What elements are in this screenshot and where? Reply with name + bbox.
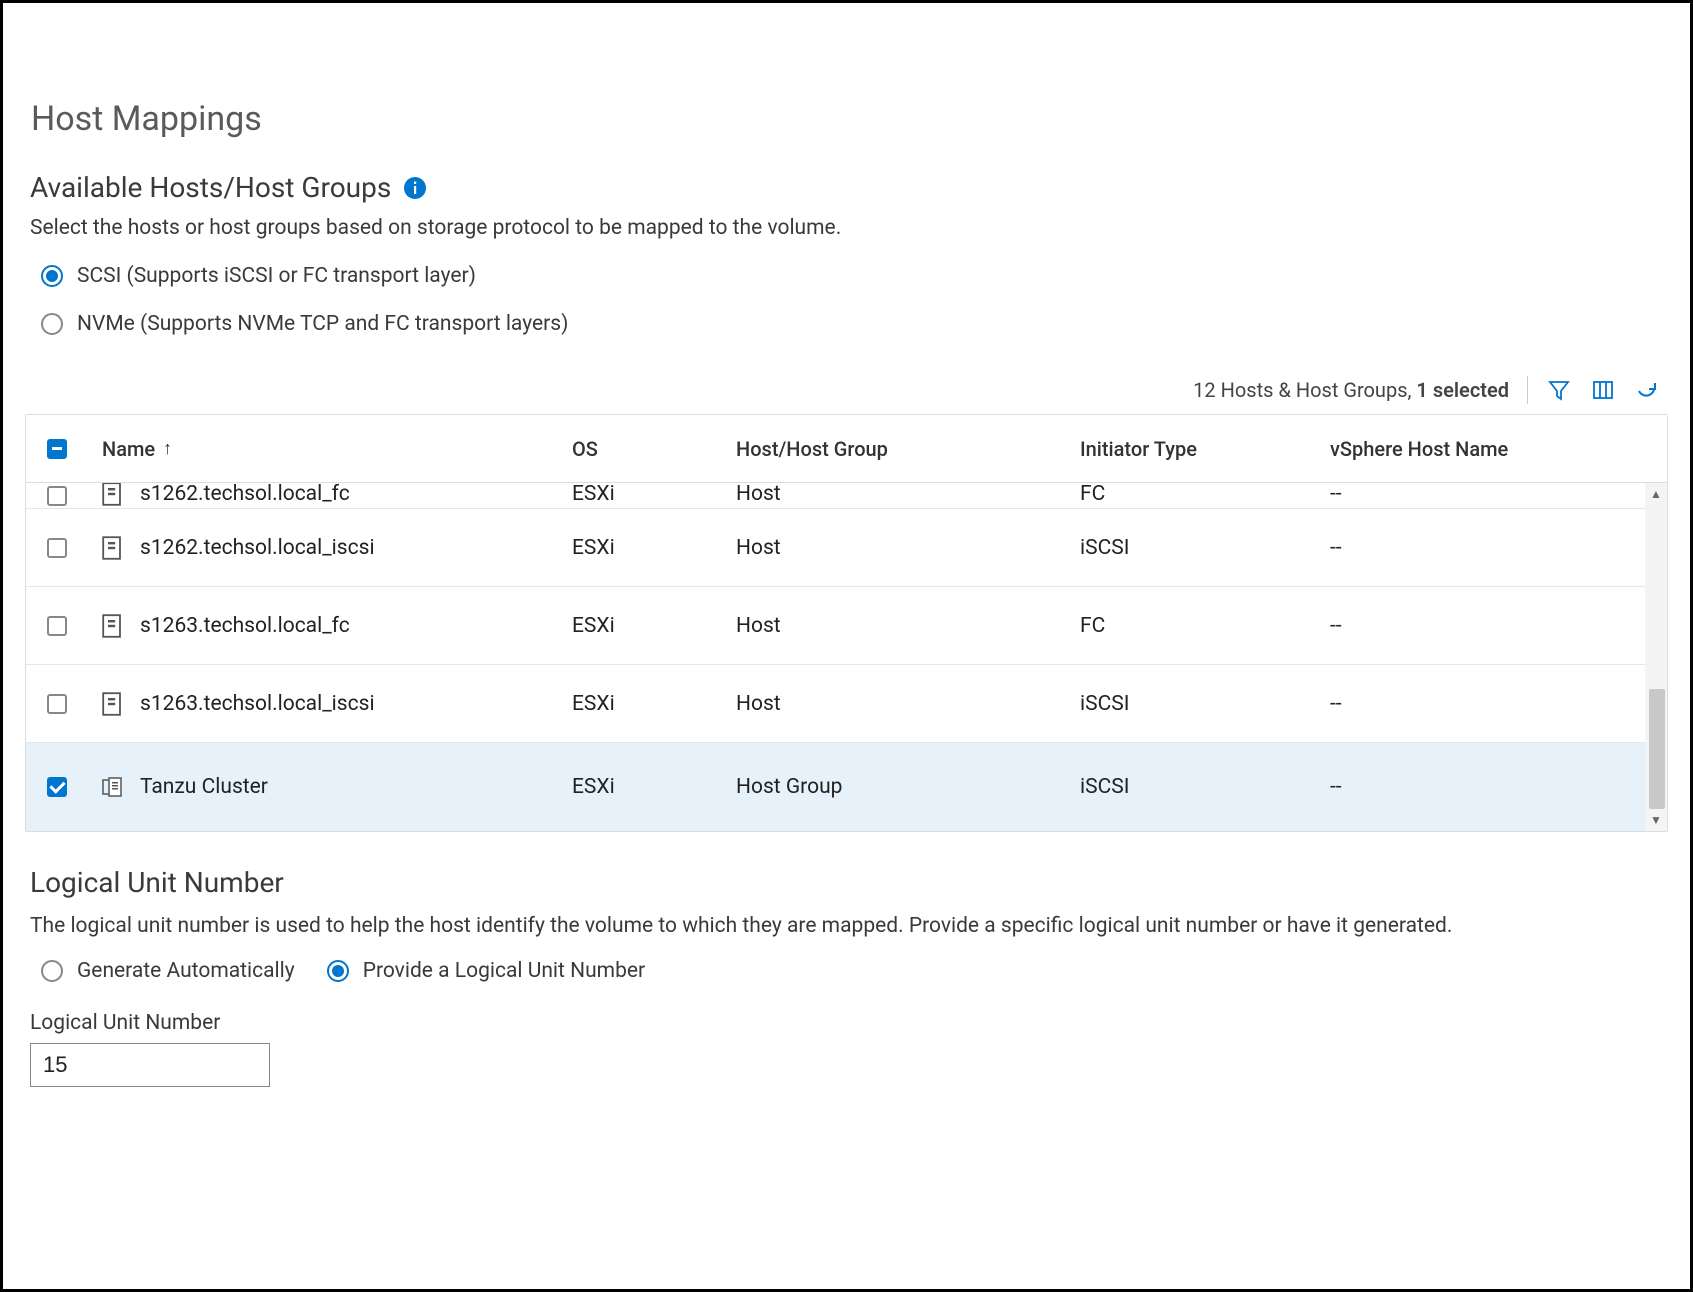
row-name: s1262.techsol.local_fc bbox=[140, 483, 350, 506]
host-icon bbox=[102, 692, 122, 716]
host-group-icon bbox=[102, 775, 122, 799]
divider bbox=[1527, 376, 1528, 404]
host-icon bbox=[102, 614, 122, 638]
table-row[interactable]: s1263.techsol.local_iscsi ESXi Host iSCS… bbox=[26, 665, 1667, 743]
row-vsphere: -- bbox=[1330, 692, 1342, 716]
refresh-icon[interactable] bbox=[1634, 377, 1660, 403]
scroll-down-icon[interactable]: ▼ bbox=[1645, 809, 1667, 831]
available-hosts-title: Available Hosts/Host Groups bbox=[30, 171, 391, 204]
row-initiator: FC bbox=[1080, 614, 1105, 638]
row-os: ESXi bbox=[572, 483, 615, 506]
row-vsphere: -- bbox=[1330, 483, 1342, 506]
host-icon bbox=[102, 483, 122, 506]
row-checkbox[interactable] bbox=[47, 538, 67, 558]
table-row[interactable]: s1263.techsol.local_fc ESXi Host FC -- bbox=[26, 587, 1667, 665]
table-body: s1262.techsol.local_fc ESXi Host FC -- s… bbox=[26, 483, 1667, 831]
protocol-scsi-label: SCSI (Supports iSCSI or FC transport lay… bbox=[77, 264, 476, 288]
host-icon bbox=[102, 536, 122, 560]
lun-description: The logical unit number is used to help … bbox=[30, 911, 1530, 941]
row-checkbox[interactable] bbox=[47, 694, 67, 714]
row-name: s1262.techsol.local_iscsi bbox=[140, 536, 375, 560]
scroll-up-icon[interactable]: ▲ bbox=[1645, 483, 1667, 505]
select-all-checkbox[interactable] bbox=[47, 439, 67, 459]
protocol-nvme-radio[interactable]: NVMe (Supports NVMe TCP and FC transport… bbox=[41, 312, 1670, 336]
lun-auto-label: Generate Automatically bbox=[77, 959, 295, 983]
lun-manual-radio[interactable]: Provide a Logical Unit Number bbox=[327, 959, 645, 983]
hosts-table: Name ↑ OS Host/Host Group Initiator Type… bbox=[25, 414, 1668, 832]
table-row[interactable]: s1262.techsol.local_fc ESXi Host FC -- bbox=[26, 483, 1667, 509]
row-checkbox[interactable] bbox=[47, 777, 67, 797]
protocol-scsi-radio[interactable]: SCSI (Supports iSCSI or FC transport lay… bbox=[41, 264, 1670, 288]
row-initiator: iSCSI bbox=[1080, 692, 1129, 716]
row-vsphere: -- bbox=[1330, 614, 1342, 638]
col-type-header[interactable]: Host/Host Group bbox=[722, 437, 1066, 461]
lun-manual-label: Provide a Logical Unit Number bbox=[363, 959, 645, 983]
row-initiator: FC bbox=[1080, 483, 1105, 506]
hosts-count-text: 12 Hosts & Host Groups, 1 selected bbox=[1193, 378, 1509, 402]
page-title: Host Mappings bbox=[31, 99, 1670, 139]
protocol-nvme-label: NVMe (Supports NVMe TCP and FC transport… bbox=[77, 312, 568, 336]
row-type: Host bbox=[736, 536, 781, 560]
row-vsphere: -- bbox=[1330, 536, 1342, 560]
info-icon[interactable] bbox=[403, 176, 427, 200]
lun-field-label: Logical Unit Number bbox=[30, 1011, 1670, 1035]
col-vsphere-header[interactable]: vSphere Host Name bbox=[1316, 437, 1645, 461]
table-row[interactable]: Tanzu Cluster ESXi Host Group iSCSI -- bbox=[26, 743, 1667, 831]
row-checkbox[interactable] bbox=[47, 486, 67, 506]
col-os-header[interactable]: OS bbox=[558, 437, 722, 461]
row-checkbox[interactable] bbox=[47, 616, 67, 636]
row-os: ESXi bbox=[572, 692, 615, 716]
row-initiator: iSCSI bbox=[1080, 775, 1129, 799]
columns-icon[interactable] bbox=[1590, 377, 1616, 403]
row-vsphere: -- bbox=[1330, 775, 1342, 799]
col-name-header[interactable]: Name ↑ bbox=[88, 437, 558, 461]
hosts-description: Select the hosts or host groups based on… bbox=[30, 216, 1670, 240]
row-initiator: iSCSI bbox=[1080, 536, 1129, 560]
table-header: Name ↑ OS Host/Host Group Initiator Type… bbox=[26, 415, 1667, 483]
radio-icon bbox=[41, 265, 63, 287]
lun-title: Logical Unit Number bbox=[30, 866, 1670, 899]
row-name: s1263.techsol.local_fc bbox=[140, 614, 350, 638]
radio-icon bbox=[327, 960, 349, 982]
row-type: Host bbox=[736, 483, 781, 506]
row-name: s1263.techsol.local_iscsi bbox=[140, 692, 375, 716]
row-type: Host Group bbox=[736, 775, 842, 799]
lun-input[interactable] bbox=[30, 1043, 270, 1087]
lun-auto-radio[interactable]: Generate Automatically bbox=[41, 959, 295, 983]
row-type: Host bbox=[736, 614, 781, 638]
col-name-label: Name bbox=[102, 437, 155, 461]
row-type: Host bbox=[736, 692, 781, 716]
row-os: ESXi bbox=[572, 536, 615, 560]
sort-asc-icon: ↑ bbox=[163, 438, 172, 459]
scroll-thumb[interactable] bbox=[1649, 689, 1665, 809]
row-os: ESXi bbox=[572, 614, 615, 638]
table-row[interactable]: s1262.techsol.local_iscsi ESXi Host iSCS… bbox=[26, 509, 1667, 587]
col-initiator-header[interactable]: Initiator Type bbox=[1066, 437, 1316, 461]
row-os: ESXi bbox=[572, 775, 615, 799]
scrollbar[interactable]: ▲ ▼ bbox=[1645, 483, 1667, 831]
radio-icon bbox=[41, 960, 63, 982]
filter-icon[interactable] bbox=[1546, 377, 1572, 403]
row-name: Tanzu Cluster bbox=[140, 775, 268, 799]
radio-icon bbox=[41, 313, 63, 335]
